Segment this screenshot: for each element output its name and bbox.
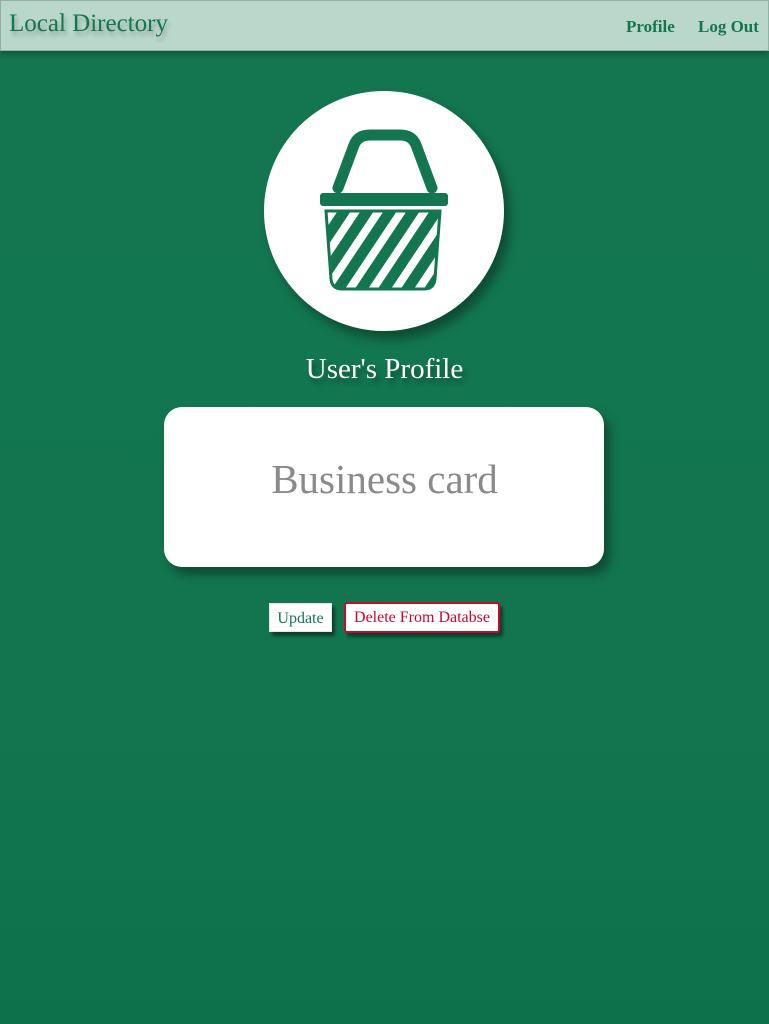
delete-button[interactable]: Delete From Databse <box>344 602 500 633</box>
update-button[interactable]: Update <box>269 603 332 632</box>
business-card-text: Business card <box>271 456 498 502</box>
shopping-basket-icon <box>320 129 448 291</box>
page-title: User's Profile <box>305 353 464 385</box>
avatar <box>264 91 504 331</box>
nav-logout-link[interactable]: Log Out <box>698 17 759 37</box>
navbar: Local Directory Profile Log Out <box>0 0 769 51</box>
brand-link[interactable]: Local Directory <box>9 10 168 38</box>
nav-profile-link[interactable]: Profile <box>626 17 675 37</box>
